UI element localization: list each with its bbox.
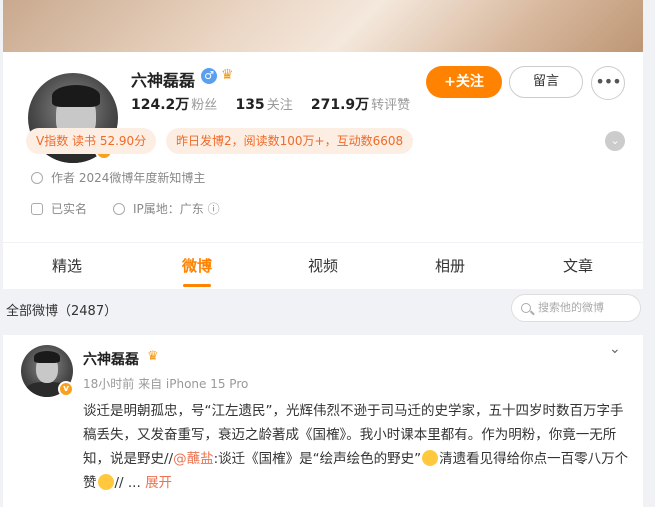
post-author-name[interactable]: 六神磊磊 <box>83 349 139 369</box>
following-count[interactable]: 135 <box>235 97 264 113</box>
id-card-icon <box>31 203 43 215</box>
chevron-down-icon[interactable]: ⌄ <box>605 131 625 151</box>
search-placeholder: 搜索他的微博 <box>538 301 604 314</box>
all-weibo-count[interactable]: 全部微博（2487） <box>6 300 117 319</box>
surprised-emoji-icon <box>97 474 114 490</box>
tab-featured[interactable]: 精选 <box>23 243 111 289</box>
follow-button[interactable]: +关注 <box>426 66 502 98</box>
likes-label: 转评赞 <box>371 98 411 113</box>
location-icon <box>113 203 125 215</box>
fans-label: 粉丝 <box>191 98 218 113</box>
author-info: 作者 2024微博年度新知博主 <box>31 169 205 186</box>
mention-link[interactable]: @蘸盐 <box>173 451 214 467</box>
verified-badge-icon: v <box>58 381 74 397</box>
profile-banner <box>3 0 643 52</box>
realname-info: 已实名 <box>31 200 87 217</box>
post-text: 谈迁是明朝孤忠，号“江左遗民”，光辉伟烈不逊于司马迁的史学家，五十四岁时数百万字… <box>83 403 629 491</box>
profile-name: 六神磊磊 <box>131 71 196 90</box>
tab-articles[interactable]: 文章 <box>534 243 622 289</box>
tab-video[interactable]: 视频 <box>279 243 367 289</box>
profile-stats: 124.2万 粉丝 135 关注 271.9万 转评赞 <box>131 94 410 114</box>
message-button[interactable]: 留言 <box>509 66 583 98</box>
post-card: v 六神磊磊 ♛ 18小时前 来自 iPhone 15 Pro ⌄ 谈迁是明朝孤… <box>3 335 643 507</box>
fans-count[interactable]: 124.2万 <box>131 97 189 113</box>
crown-icon: ♛ <box>147 349 159 364</box>
ip-info: IP属地：广东 ⓘ <box>113 200 220 217</box>
more-button[interactable]: ••• <box>591 66 625 100</box>
chevron-down-icon[interactable]: ⌄ <box>609 341 621 357</box>
laugh-emoji-icon <box>422 450 439 466</box>
v-index-tag[interactable]: V指数 读书 52.90分 <box>26 128 157 154</box>
search-input[interactable]: 搜索他的微博 <box>511 294 641 322</box>
profile-tabs: 精选 微博 视频 相册 文章 <box>3 243 643 289</box>
profile-card: v 六神磊磊 ♂ ♛ 124.2万粉丝 135关注 271.9万转评赞 +关注 … <box>3 52 643 242</box>
tab-weibo[interactable]: 微博 <box>153 243 241 289</box>
shield-icon <box>31 172 43 184</box>
post-meta: 18小时前 来自 iPhone 15 Pro <box>83 377 249 391</box>
activity-tag[interactable]: 昨日发博2，阅读数100万+，互动数6608 <box>166 128 414 154</box>
likes-count: 271.9万 <box>310 97 370 113</box>
following-label: 关注 <box>266 98 293 113</box>
crown-icon: ♛ <box>221 67 234 83</box>
expand-link[interactable]: 展开 <box>145 475 172 491</box>
search-icon <box>521 303 531 313</box>
tab-album[interactable]: 相册 <box>406 243 494 289</box>
male-icon: ♂ <box>201 68 217 84</box>
